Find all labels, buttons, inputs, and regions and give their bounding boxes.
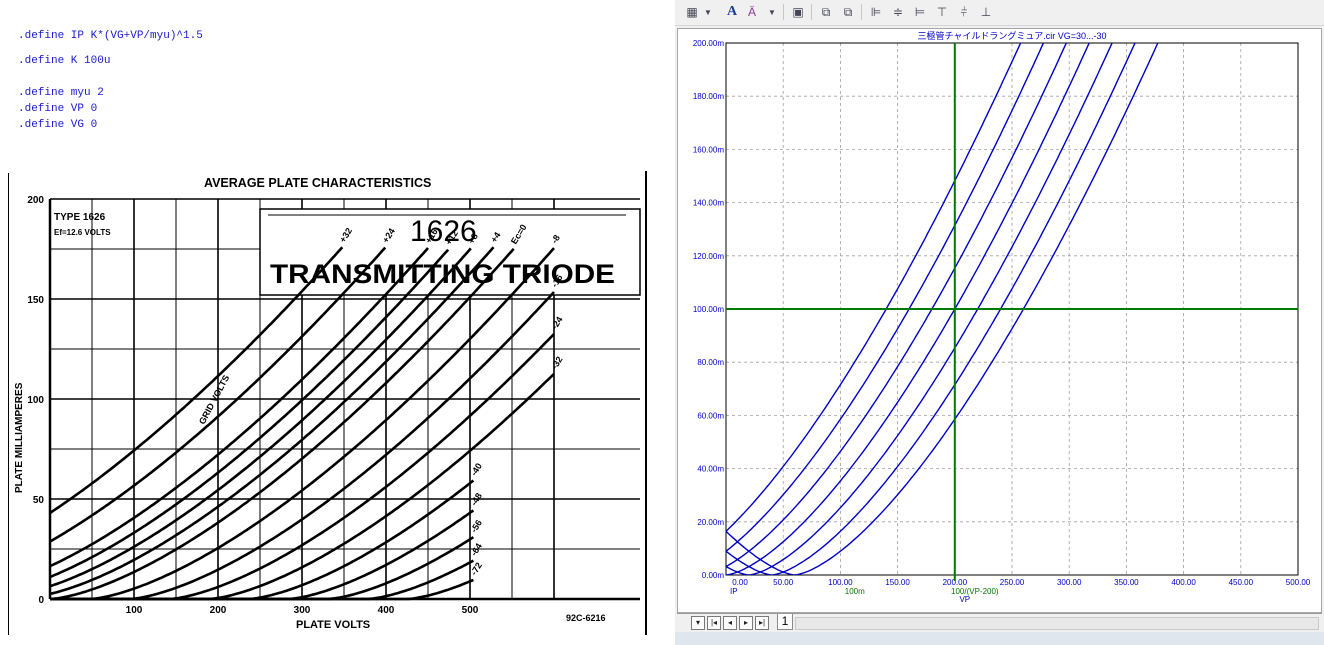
bring-front-icon[interactable]: ⧉ bbox=[817, 3, 835, 21]
chevron-down-icon[interactable]: ▼ bbox=[763, 3, 781, 21]
toolbar: ▦ ▼ A Ä ▼ ▣ ⧉ ⧉ ⊫ ≑ ⊨ ⊤ ⫩ ⊥ bbox=[675, 0, 1324, 26]
y-axis-label: IP bbox=[730, 587, 738, 596]
scan-x-tick: 400 bbox=[378, 605, 395, 616]
x-tick-label: 0.00 bbox=[732, 578, 748, 587]
ip-curve bbox=[726, 43, 1068, 568]
ip-curve bbox=[726, 43, 1159, 575]
x-tick-label: 300.00 bbox=[1057, 578, 1082, 587]
text-style-icon[interactable]: Ä bbox=[743, 3, 761, 21]
x-tick-label: 150.00 bbox=[885, 578, 910, 587]
ef-label: Ef=12.6 VOLTS bbox=[54, 228, 111, 237]
y-tick-label: 20.00m bbox=[697, 518, 724, 527]
define-vg: .define VG 0 bbox=[18, 119, 98, 131]
align-bottom-icon[interactable]: ⊥ bbox=[977, 3, 995, 21]
sheet-tab-bar: ▾ |◂ ◂ ▸ ▸| 1 bbox=[677, 613, 1322, 632]
send-back-icon[interactable]: ⧉ bbox=[839, 3, 857, 21]
x-tick-label: 400.00 bbox=[1171, 578, 1196, 587]
datasheet-scan: 100 200 300 400 500 0 50 100 150 200 +32 +24 +16 +12… bbox=[7, 163, 648, 640]
align-left-icon[interactable]: ⊫ bbox=[867, 3, 885, 21]
y-tick-label: 180.00m bbox=[693, 92, 724, 101]
y-tick-label: 120.00m bbox=[693, 252, 724, 261]
datasheet-header: AVERAGE PLATE CHARACTERISTICS bbox=[204, 176, 431, 190]
scan-curve-label: -56 bbox=[469, 518, 484, 534]
y-tick-label: 40.00m bbox=[697, 465, 724, 474]
align-center-icon[interactable]: ≑ bbox=[889, 3, 907, 21]
y-tick-label: 200.00m bbox=[693, 39, 724, 48]
plot-title: 三極管チャイルドラングミュア.cir VG=30...-30 bbox=[917, 30, 1106, 41]
x-tick-label: 100.00 bbox=[828, 578, 853, 587]
cursor-x-readout: 100m bbox=[845, 587, 865, 596]
tube-name: TRANSMITTING TRIODE bbox=[270, 259, 615, 289]
y-tick-label: 60.00m bbox=[697, 411, 724, 420]
scan-curve-label: -64 bbox=[469, 541, 484, 557]
datasheet-chart: 100 200 300 400 500050100150200 +32 +24 +16 +12… bbox=[7, 171, 647, 635]
scan-curve-label: -48 bbox=[469, 491, 484, 507]
scan-x-tick: 500 bbox=[462, 605, 479, 616]
x-tick-label: 500.00 bbox=[1286, 578, 1311, 587]
tube-number: 1626 bbox=[410, 215, 477, 248]
x-tick-label: 250.00 bbox=[1000, 578, 1025, 587]
x-tick-label: 50.00 bbox=[773, 578, 794, 587]
scan-y-tick: 200 bbox=[27, 195, 44, 206]
scan-x-tick: 100 bbox=[126, 605, 143, 616]
plate-volts-label: PLATE VOLTS bbox=[296, 619, 370, 631]
define-myu: .define myu 2 bbox=[18, 87, 104, 99]
ip-curve bbox=[726, 43, 1045, 552]
x-tick-label: 450.00 bbox=[1229, 578, 1254, 587]
next-sheet-button[interactable]: ▸ bbox=[739, 616, 753, 630]
y-tick-label: 140.00m bbox=[693, 199, 724, 208]
y-tick-label: 100.00m bbox=[693, 305, 724, 314]
align-top-icon[interactable]: ⊤ bbox=[933, 3, 951, 21]
scan-curve-label: -40 bbox=[469, 461, 484, 477]
plot-frame: 三極管チャイルドラングミュア.cir VG=30...-30 0.00 50.00 1… bbox=[677, 28, 1322, 613]
align-right-icon[interactable]: ⊨ bbox=[911, 3, 929, 21]
scan-x-tick: 200 bbox=[210, 605, 227, 616]
align-middle-icon[interactable]: ⫩ bbox=[955, 3, 973, 21]
cursor-y-readout: 100/(VP-200) bbox=[951, 587, 999, 596]
curve-group bbox=[726, 43, 1159, 575]
type-label: TYPE 1626 bbox=[54, 212, 106, 223]
horizontal-scrollbar[interactable] bbox=[795, 617, 1319, 630]
y-tick-label: 80.00m bbox=[697, 358, 724, 367]
last-sheet-button[interactable]: ▸| bbox=[755, 616, 769, 630]
scan-curve-label: -32 bbox=[549, 355, 564, 371]
first-sheet-button[interactable]: |◂ bbox=[707, 616, 721, 630]
prev-sheet-button[interactable]: ◂ bbox=[723, 616, 737, 630]
font-icon[interactable]: A bbox=[723, 3, 741, 21]
y-tick-label: 0.00m bbox=[702, 571, 725, 580]
ip-curve bbox=[726, 43, 1090, 575]
scan-y-tick: 0 bbox=[38, 595, 44, 606]
scan-curve-label: -24 bbox=[549, 315, 564, 331]
scan-x-tick: 300 bbox=[294, 605, 311, 616]
scan-y-tick: 150 bbox=[27, 295, 44, 306]
sheet-tab-1[interactable]: 1 bbox=[777, 614, 793, 630]
chevron-down-icon[interactable]: ▼ bbox=[699, 3, 717, 21]
ip-curve bbox=[726, 43, 1136, 575]
waveform-plot[interactable]: 三極管チャイルドラングミュア.cir VG=30...-30 0.00 50.00 1… bbox=[678, 29, 1321, 612]
define-ip: .define IP K*(VG+VP/myu)^1.5 bbox=[18, 30, 203, 42]
define-vp: .define VP 0 bbox=[18, 103, 98, 115]
copy-icon[interactable]: ▣ bbox=[789, 3, 807, 21]
x-tick-label: 350.00 bbox=[1114, 578, 1139, 587]
define-block: .define IP K*(VG+VP/myu)^1.5 .define K 1… bbox=[18, 30, 318, 140]
define-k: .define K 100u bbox=[18, 55, 111, 67]
waveform-viewer: ▦ ▼ A Ä ▼ ▣ ⧉ ⧉ ⊫ ≑ ⊨ ⊤ ⫩ ⊥ 三極管チャイルドラングミ… bbox=[675, 0, 1324, 645]
datasheet-code: 92C-6216 bbox=[566, 613, 606, 623]
y-tick-label: 160.00m bbox=[693, 145, 724, 154]
scan-y-tick: 50 bbox=[33, 495, 45, 506]
menu-down-button[interactable]: ▾ bbox=[691, 616, 705, 630]
x-axis-label: VP bbox=[959, 595, 970, 604]
status-strip bbox=[675, 632, 1324, 645]
ip-curve bbox=[726, 43, 1022, 532]
scan-y-tick: 100 bbox=[27, 395, 44, 406]
plate-ma-label: PLATE MILLIAMPERES bbox=[14, 382, 25, 493]
